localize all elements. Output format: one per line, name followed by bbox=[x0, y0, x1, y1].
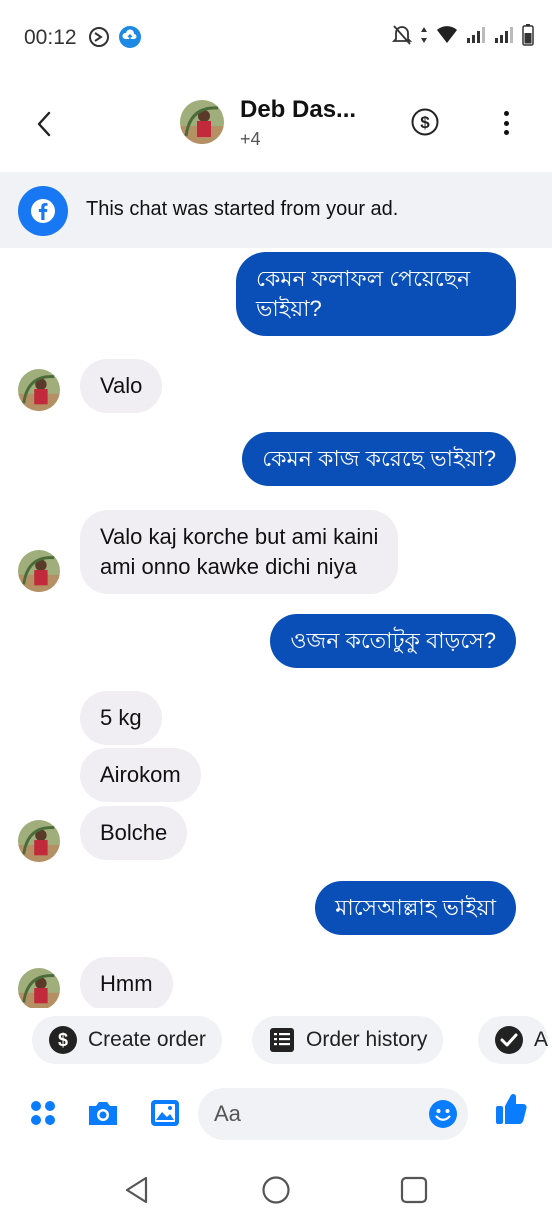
quick-actions-bar: $ Create order Order history A bbox=[0, 1008, 552, 1072]
battery-icon bbox=[522, 24, 534, 51]
nav-home-icon bbox=[262, 1176, 290, 1204]
back-button[interactable] bbox=[26, 106, 62, 142]
nav-home-button[interactable] bbox=[259, 1173, 293, 1207]
message-input-container bbox=[198, 1088, 468, 1140]
order-history-label: Order history bbox=[306, 1028, 428, 1051]
message-incoming[interactable]: Bolche bbox=[80, 806, 188, 860]
svg-text:$: $ bbox=[58, 1030, 68, 1050]
dnd-icon bbox=[88, 26, 110, 53]
message-outgoing[interactable]: মাসেআল্লাহ ভাইয়া bbox=[315, 881, 516, 935]
message-text: Hmm bbox=[100, 971, 153, 996]
signal-icon bbox=[466, 26, 486, 49]
message-text: Bolche bbox=[100, 820, 168, 845]
message-outgoing[interactable]: কেমন ফলাফল পেয়েছেন ভাইয়া? bbox=[236, 252, 516, 336]
payments-button[interactable]: $ bbox=[410, 107, 440, 137]
avatar[interactable] bbox=[18, 968, 60, 1008]
create-order-button[interactable]: $ Create order bbox=[32, 1016, 222, 1064]
signal-icon bbox=[494, 26, 514, 49]
like-button[interactable] bbox=[494, 1092, 528, 1126]
facebook-icon bbox=[18, 186, 68, 236]
avatar[interactable] bbox=[18, 820, 60, 862]
nav-back-button[interactable] bbox=[120, 1173, 154, 1207]
message-text: 5 kg bbox=[100, 705, 142, 730]
chat-header: Deb Das... +4 $ bbox=[0, 76, 552, 172]
message-text: মাসেআল্লাহ ভাইয়া bbox=[335, 895, 496, 920]
data-arrows-icon bbox=[420, 26, 428, 49]
message-list[interactable]: কেমন ফলাফল পেয়েছেন ভাইয়া? Valo কেমন কা… bbox=[0, 248, 552, 1008]
gallery-icon bbox=[151, 1100, 179, 1126]
message-text: ওজন কতোটুকু বাড়সে? bbox=[290, 628, 496, 653]
nav-back-icon bbox=[125, 1176, 148, 1204]
third-action-button[interactable]: A bbox=[478, 1016, 549, 1064]
message-text: কেমন ফলাফল পেয়েছেন bbox=[256, 266, 471, 291]
apps-grid-icon bbox=[31, 1101, 55, 1125]
message-text: Valo bbox=[100, 373, 143, 398]
ad-notice-text: This chat was started from your ad. bbox=[86, 198, 399, 220]
more-options-button[interactable] bbox=[494, 108, 518, 138]
dollar-icon: $ bbox=[49, 1026, 77, 1054]
status-time: 00:12 bbox=[24, 26, 77, 49]
message-incoming[interactable]: Valo kaj korche but ami kaini ami onno k… bbox=[80, 510, 399, 594]
avatar[interactable] bbox=[18, 369, 60, 411]
avatar[interactable] bbox=[18, 550, 60, 592]
message-incoming[interactable]: Airokom bbox=[80, 748, 201, 802]
cloud-upload-icon bbox=[118, 25, 142, 54]
ad-banner: This chat was started from your ad. bbox=[0, 172, 552, 248]
contact-name[interactable]: Deb Das... bbox=[240, 96, 356, 124]
order-history-button[interactable]: Order history bbox=[252, 1016, 444, 1064]
muted-bell-icon bbox=[391, 24, 413, 51]
emoji-button[interactable] bbox=[428, 1099, 458, 1129]
status-bar: 00:12 bbox=[0, 0, 552, 76]
message-outgoing[interactable]: কেমন কাজ করেছে ভাইয়া? bbox=[242, 432, 516, 486]
message-incoming[interactable]: Valo bbox=[80, 359, 163, 413]
back-arrow-icon bbox=[37, 111, 51, 137]
nav-recents-button[interactable] bbox=[397, 1173, 431, 1207]
dollar-circle-icon: $ bbox=[411, 108, 439, 136]
more-vertical-icon bbox=[503, 111, 509, 116]
check-circle-icon bbox=[495, 1026, 523, 1054]
message-input[interactable] bbox=[214, 1100, 414, 1128]
participants-count: +4 bbox=[240, 129, 261, 149]
gallery-button[interactable] bbox=[148, 1096, 182, 1130]
create-order-label: Create order bbox=[88, 1028, 206, 1051]
message-text: Airokom bbox=[100, 762, 181, 787]
emoji-icon bbox=[429, 1100, 457, 1128]
wifi-icon bbox=[436, 26, 458, 49]
receipt-list-icon bbox=[270, 1028, 294, 1052]
message-outgoing[interactable]: ওজন কতোটুকু বাড়সে? bbox=[270, 614, 516, 668]
svg-text:$: $ bbox=[420, 113, 430, 132]
camera-button[interactable] bbox=[86, 1096, 120, 1130]
message-composer bbox=[0, 1080, 552, 1148]
message-text: ভাইয়া? bbox=[256, 296, 322, 321]
thumbs-up-icon bbox=[496, 1093, 527, 1124]
camera-icon bbox=[89, 1102, 117, 1125]
navigation-bar bbox=[0, 1155, 552, 1227]
message-text: ami onno kawke dichi niya bbox=[100, 554, 357, 579]
message-text: Valo kaj korche but ami kaini bbox=[100, 524, 379, 549]
nav-recents-icon bbox=[400, 1176, 428, 1204]
avatar[interactable] bbox=[180, 100, 224, 144]
message-text: কেমন কাজ করেছে ভাইয়া? bbox=[262, 446, 496, 471]
apps-button[interactable] bbox=[26, 1096, 60, 1130]
third-action-label: A bbox=[534, 1028, 549, 1051]
message-incoming[interactable]: Hmm bbox=[80, 957, 173, 1008]
message-incoming[interactable]: 5 kg bbox=[80, 691, 162, 745]
